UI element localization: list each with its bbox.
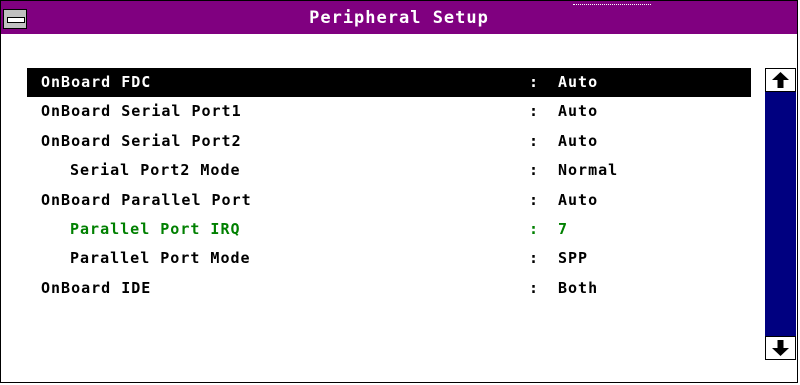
setting-label: OnBoard FDC (41, 73, 152, 91)
setting-value[interactable]: SPP (558, 249, 588, 267)
setting-label: OnBoard IDE (41, 278, 152, 297)
setting-row[interactable]: Serial Port2 Mode: Normal (27, 156, 751, 185)
setting-value[interactable]: Normal (558, 161, 618, 179)
setting-value[interactable]: Auto (558, 132, 598, 150)
window-title: Peripheral Setup (309, 8, 489, 28)
setting-value[interactable]: Both (558, 279, 598, 297)
setting-row[interactable]: OnBoard Serial Port2: Auto (27, 127, 751, 156)
setting-label: OnBoard Parallel Port (41, 190, 252, 209)
setting-label: Parallel Port IRQ (70, 219, 241, 238)
setting-row[interactable]: Parallel Port Mode: SPP (27, 244, 751, 273)
setting-row[interactable]: OnBoard Parallel Port: Auto (27, 186, 751, 215)
setting-row[interactable]: OnBoard IDE: Both (27, 274, 751, 303)
scroll-down-button[interactable] (765, 336, 796, 360)
peripheral-setup-window: Peripheral Setup OnBoard FDC: Auto OnBoard… (0, 0, 798, 383)
setting-row[interactable]: Parallel Port IRQ:7 (27, 215, 751, 244)
setting-separator: : (529, 278, 540, 297)
setting-label: Serial Port2 Mode (70, 161, 241, 180)
setting-separator: : (529, 249, 540, 268)
title-divider (573, 4, 651, 5)
arrow-up-icon (772, 72, 789, 88)
setting-row[interactable]: OnBoard Serial Port1: Auto (27, 97, 751, 126)
vertical-scrollbar[interactable] (765, 68, 796, 360)
setting-separator: : (529, 102, 540, 121)
scroll-up-button[interactable] (765, 68, 796, 92)
setting-label: OnBoard Serial Port2 (41, 131, 242, 150)
setting-label: OnBoard Serial Port1 (41, 102, 242, 121)
setting-row[interactable]: OnBoard FDC: Auto (27, 68, 751, 98)
setting-value[interactable]: Auto (558, 191, 598, 209)
setting-separator: : (529, 161, 540, 180)
title-bar: Peripheral Setup (1, 1, 797, 36)
setting-separator: : (529, 190, 540, 209)
settings-list: OnBoard FDC: Auto OnBoard Serial Port1: Aut… (27, 68, 751, 303)
setting-separator: : (529, 219, 540, 238)
setting-separator: : (529, 131, 540, 150)
setting-value[interactable]: Auto (558, 102, 598, 120)
setting-value[interactable]: Auto (558, 73, 598, 91)
setting-separator: : (529, 73, 540, 91)
setting-label: Parallel Port Mode (70, 249, 251, 268)
setting-value[interactable]: 7 (558, 220, 568, 238)
arrow-down-icon (772, 340, 789, 356)
